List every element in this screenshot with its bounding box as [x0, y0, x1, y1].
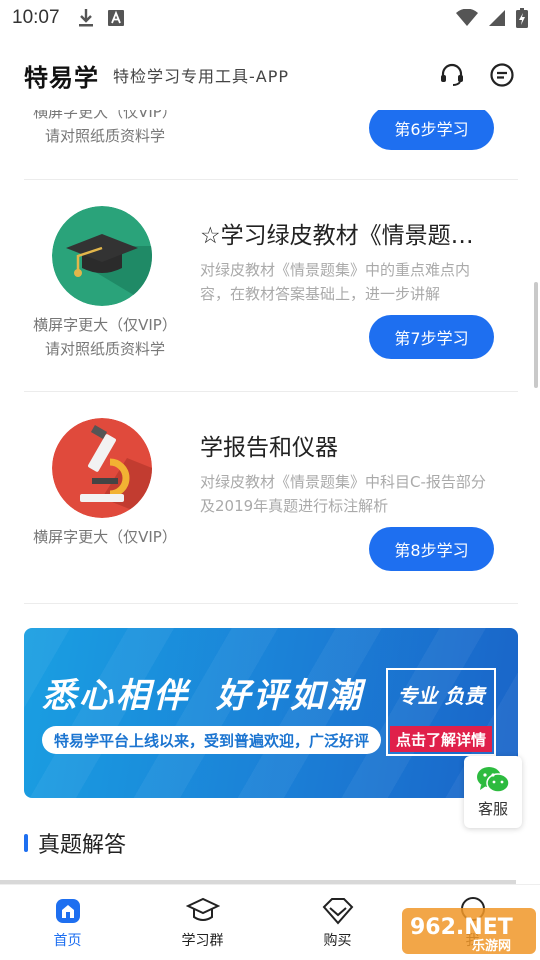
card-note-landscape: 横屏字更大（仅VIP） [33, 316, 177, 334]
customer-service-float-button[interactable]: 客服 [464, 756, 522, 828]
banner-details-button[interactable]: 点击了解详情 [390, 726, 492, 752]
wechat-icon [477, 766, 510, 793]
card-description: 对绿皮教材《情景题集》中科目C-报告部分及2019年真题进行标注解析 [200, 473, 486, 515]
card-title: 学报告和仪器 [200, 435, 338, 461]
banner-tagline: 特易学平台上线以来，受到普遍欢迎，广泛好评 [42, 726, 382, 754]
nav-study-group[interactable]: 学习群 [135, 885, 270, 960]
microscope-thumb-icon [52, 418, 152, 518]
section-title: 真题解答 [38, 833, 127, 858]
font-app-icon [107, 10, 124, 26]
battery-charging-icon [516, 8, 528, 28]
banner-headline-right: 好评如潮 [216, 676, 364, 716]
graduation-cap-thumb-icon [52, 206, 152, 306]
card-note-paper: 请对照纸质资料学 [44, 127, 165, 145]
section-accent-bar [24, 834, 28, 852]
message-icon[interactable] [488, 61, 516, 89]
banner-box-title: 专业 负责 [397, 684, 485, 708]
step-8-button[interactable]: 第8步学习 [369, 527, 494, 571]
step-7-button[interactable]: 第7步学习 [369, 315, 494, 359]
app-header: 特易学 特检学习专用工具-APP [0, 40, 540, 110]
banner-highlight-box: 专业 负责 点击了解详情 [386, 668, 496, 756]
card-description: 对绿皮教材《情景题集》中的重点难点内容，在教材答案基础上，进一步讲解 [200, 261, 471, 303]
nav-study-group-label: 学习群 [181, 933, 224, 949]
app-subtitle: 特检学习专用工具-APP [113, 67, 290, 86]
app-title: 特易学 [24, 63, 99, 92]
step-6-button[interactable]: 第6步学习 [369, 106, 494, 150]
diamond-icon [322, 898, 353, 925]
graduation-cap-icon [185, 897, 220, 921]
nav-home[interactable]: 首页 [0, 885, 135, 960]
svg-text:乐游网: 乐游网 [472, 938, 511, 954]
nav-home-label: 首页 [53, 933, 82, 949]
card-note-landscape: 横屏字更大（仅VIP） [33, 528, 177, 546]
site-watermark-logo: 962.NET 乐游网 [402, 906, 536, 956]
lesson-card-step-7: ☆学习绿皮教材《情景题集》 对绿皮教材《情景题集》中的重点难点内容，在教材答案基… [24, 180, 518, 392]
download-icon [78, 9, 93, 27]
card-title: ☆学习绿皮教材《情景题集》 [200, 223, 490, 249]
wifi-icon [456, 9, 478, 26]
svg-text:962.NET: 962.NET [410, 915, 513, 940]
home-icon [55, 899, 80, 923]
status-time: 10:07 [12, 7, 60, 28]
nav-purchase-label: 购买 [323, 933, 352, 949]
status-bar: 10:07 [0, 0, 540, 36]
lesson-card-step-8: 学报告和仪器 对绿皮教材《情景题集》中科目C-报告部分及2019年真题进行标注解… [24, 392, 518, 604]
promo-banner[interactable]: 悉心相伴 好评如潮 特易学平台上线以来，受到普遍欢迎，广泛好评 专业 负责 点击… [24, 628, 518, 798]
scrollbar[interactable] [534, 282, 538, 388]
customer-service-headset-icon[interactable] [438, 61, 466, 89]
signal-icon [489, 10, 505, 26]
card-note-paper: 请对照纸质资料学 [44, 340, 165, 358]
section-heading: 真题解答 [24, 828, 126, 858]
customer-service-label: 客服 [477, 799, 508, 818]
nav-purchase[interactable]: 购买 [270, 885, 405, 960]
banner-headline-left: 悉心相伴 [42, 676, 190, 716]
